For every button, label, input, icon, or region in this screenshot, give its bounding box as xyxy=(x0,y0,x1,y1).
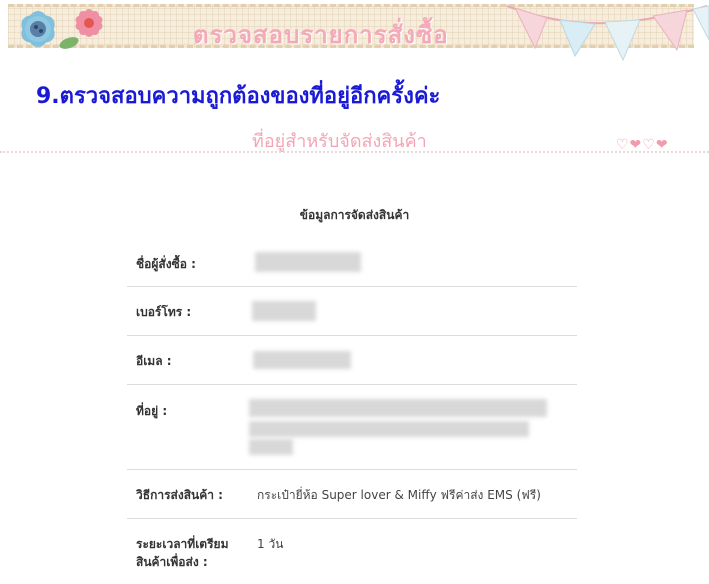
shipping-method-value: กระเป๋ายี่ห้อ Super lover & Miffy ฟรีค่า… xyxy=(257,488,541,502)
name-label: ชื่อผู้สั่งซื้อ : xyxy=(136,257,196,271)
prep-time-label-line-2: สินค้าเพื่อส่ง : xyxy=(136,555,208,569)
bunting-flags-icon xyxy=(506,5,709,62)
row-address: ที่อยู่ : xyxy=(127,385,577,470)
shipping-info-title: ข้อมูลการจัดส่งสินค้า xyxy=(299,208,410,222)
email-label: อีเมล : xyxy=(136,354,172,368)
row-email: อีเมล : xyxy=(127,336,577,385)
leaf-icon xyxy=(59,37,79,49)
page-heading: 9.ตรวจสอบความถูกต้องของที่อยู่อีกครั้งค่… xyxy=(36,84,441,109)
address-line-2-redacted xyxy=(249,421,529,437)
shipping-method-label: วิธีการส่งสินค้า : xyxy=(136,488,223,502)
banner-title: ตรวจสอบรายการสั่งซื้อ xyxy=(193,21,449,49)
row-shipping-method: วิธีการส่งสินค้า : กระเป๋ายี่ห้อ Super l… xyxy=(127,470,577,519)
phone-value-redacted xyxy=(252,301,316,321)
phone-label: เบอร์โทร : xyxy=(136,305,192,319)
name-value-redacted xyxy=(255,252,361,272)
row-customer-name: ชื่อผู้สั่งซื้อ : xyxy=(127,238,577,287)
prep-time-label-line-1: ระยะเวลาที่เตรียม xyxy=(136,537,229,551)
address-line-3-redacted xyxy=(249,439,293,455)
divider xyxy=(0,151,709,153)
address-line-1-redacted xyxy=(249,399,547,417)
prep-time-value: 1 วัน xyxy=(257,537,284,551)
row-phone: เบอร์โทร : xyxy=(127,287,577,336)
address-label: ที่อยู่ : xyxy=(136,404,168,418)
email-value-redacted xyxy=(253,351,351,369)
row-prep-time: ระยะเวลาที่เตรียม สินค้าเพื่อส่ง : 1 วัน xyxy=(127,519,577,584)
